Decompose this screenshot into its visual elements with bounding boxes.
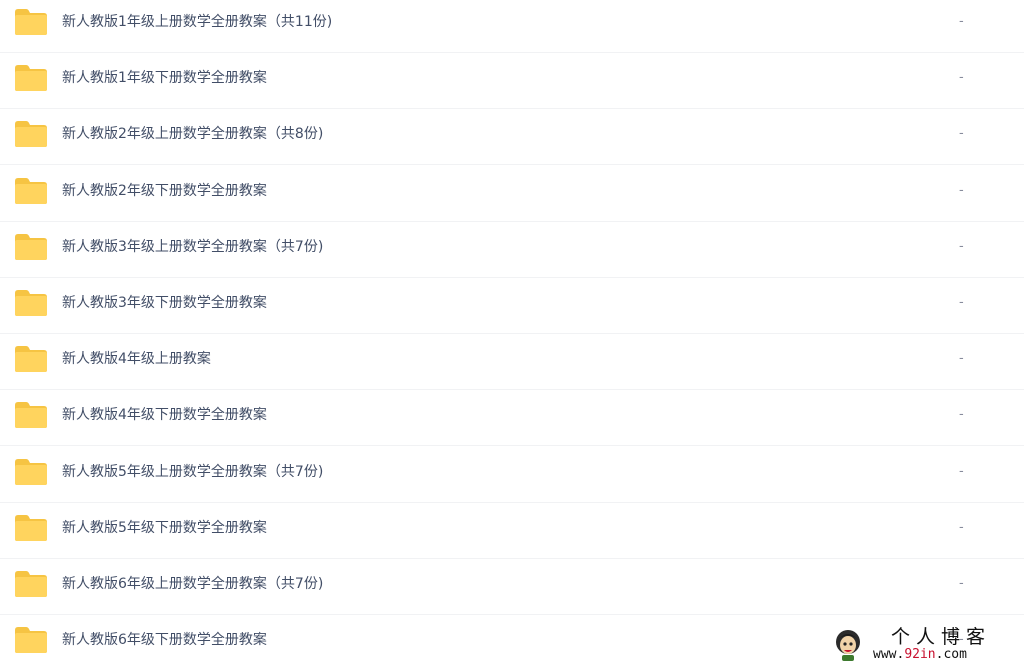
file-name[interactable]: 新人教版6年级下册数学全册教案 bbox=[62, 630, 267, 650]
avatar-icon bbox=[836, 630, 860, 661]
file-row[interactable]: 新人教版1年级上册数学全册教案（共11份) - bbox=[0, 0, 1024, 53]
file-row[interactable]: 新人教版1年级下册数学全册教案 - bbox=[0, 53, 1024, 110]
watermark: 个人博客 www.92in.com bbox=[833, 626, 1013, 666]
file-name[interactable]: 新人教版1年级上册数学全册教案（共11份) bbox=[62, 12, 332, 32]
file-list: 新人教版1年级上册数学全册教案（共11份) - 新人教版1年级下册数学全册教案 - 新人… bbox=[0, 0, 1024, 668]
folder-icon[interactable] bbox=[14, 345, 48, 373]
file-row[interactable]: 新人教版5年级下册数学全册教案 - bbox=[0, 503, 1024, 559]
file-row[interactable]: 新人教版3年级下册数学全册教案 - bbox=[0, 278, 1024, 334]
file-name[interactable]: 新人教版1年级下册数学全册教案 bbox=[62, 68, 267, 88]
watermark-url: www.92in.com bbox=[873, 647, 967, 662]
file-row[interactable]: 新人教版3年级上册数学全册教案（共7份) - bbox=[0, 222, 1024, 278]
file-name[interactable]: 新人教版3年级上册数学全册教案（共7份) bbox=[62, 237, 323, 257]
file-name[interactable]: 新人教版4年级下册数学全册教案 bbox=[62, 405, 267, 425]
folder-icon[interactable] bbox=[14, 177, 48, 205]
file-row[interactable]: 新人教版6年级上册数学全册教案（共7份) - bbox=[0, 559, 1024, 615]
watermark-title: 个人博客 bbox=[891, 626, 992, 648]
folder-icon[interactable] bbox=[14, 233, 48, 261]
folder-icon[interactable] bbox=[14, 570, 48, 598]
file-size: - bbox=[959, 463, 964, 479]
file-size: - bbox=[959, 182, 964, 198]
file-name[interactable]: 新人教版6年级上册数学全册教案（共7份) bbox=[62, 574, 323, 594]
file-name[interactable]: 新人教版4年级上册教案 bbox=[62, 349, 211, 369]
file-size: - bbox=[959, 126, 964, 142]
file-name[interactable]: 新人教版2年级下册数学全册教案 bbox=[62, 181, 267, 201]
file-name[interactable]: 新人教版3年级下册数学全册教案 bbox=[62, 293, 267, 313]
file-row[interactable]: 新人教版2年级下册数学全册教案 - bbox=[0, 166, 1024, 222]
file-size: - bbox=[959, 351, 964, 367]
folder-icon[interactable] bbox=[14, 458, 48, 486]
file-row[interactable]: 新人教版5年级上册数学全册教案（共7份) - bbox=[0, 447, 1024, 503]
folder-icon[interactable] bbox=[14, 8, 48, 36]
folder-icon[interactable] bbox=[14, 401, 48, 429]
folder-icon[interactable] bbox=[14, 514, 48, 542]
file-row[interactable]: 新人教版4年级上册教案 - bbox=[0, 334, 1024, 391]
folder-icon[interactable] bbox=[14, 626, 48, 654]
file-size: - bbox=[959, 519, 964, 535]
file-size: - bbox=[959, 14, 964, 29]
file-size: - bbox=[959, 576, 964, 591]
folder-icon[interactable] bbox=[14, 120, 48, 148]
folder-icon[interactable] bbox=[14, 289, 48, 317]
folder-icon[interactable] bbox=[14, 64, 48, 92]
file-size: - bbox=[959, 70, 964, 86]
file-row[interactable]: 新人教版4年级下册数学全册教案 - bbox=[0, 390, 1024, 447]
file-size: - bbox=[959, 295, 964, 310]
file-name[interactable]: 新人教版5年级上册数学全册教案（共7份) bbox=[62, 462, 323, 482]
file-name[interactable]: 新人教版5年级下册数学全册教案 bbox=[62, 518, 267, 538]
file-size: - bbox=[959, 238, 964, 254]
file-size: - bbox=[959, 407, 964, 423]
file-name[interactable]: 新人教版2年级上册数学全册教案（共8份) bbox=[62, 124, 323, 144]
file-row[interactable]: 新人教版2年级上册数学全册教案（共8份) - bbox=[0, 109, 1024, 166]
